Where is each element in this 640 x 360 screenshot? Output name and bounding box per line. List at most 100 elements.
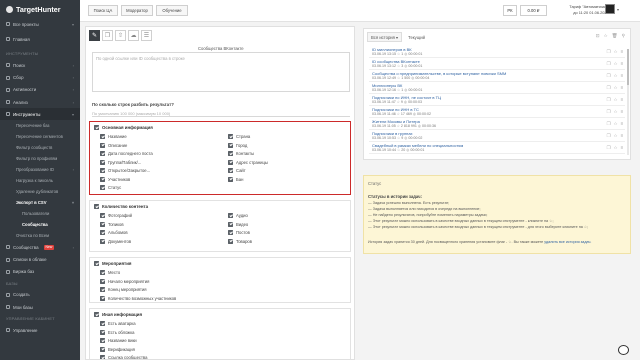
option-community-link[interactable]: Ссылка сообщества — [100, 355, 147, 359]
tab-current[interactable]: Текущий — [405, 33, 428, 41]
checkbox[interactable] — [100, 142, 105, 148]
sidebar-sub-filter-profiles[interactable]: Фильтр по профилям — [0, 153, 80, 164]
sidebar-item-my-bases[interactable]: Мои базы — [0, 301, 80, 313]
option-last-post-date[interactable]: Дата последнего поста — [100, 151, 153, 156]
tariff-info[interactable]: Тариф "Автоматизация" до 11:20 01.06.202… — [550, 4, 632, 15]
option-site[interactable]: Сайт — [228, 168, 246, 173]
sidebar-item-create[interactable]: Создать — [0, 289, 80, 301]
sidebar-item-cloud-lists[interactable]: Списки в облаке — [0, 254, 80, 266]
sidebar-sub-communities[interactable]: Сообщества — [0, 219, 80, 230]
checkbox[interactable] — [100, 329, 105, 335]
task-item[interactable]: Подписчики в группах 03.06.19 10:53 ☆ 9 … — [369, 131, 625, 142]
sidebar-item-manage[interactable]: Управление — [0, 324, 80, 336]
checkbox[interactable] — [228, 238, 233, 244]
checkbox[interactable] — [100, 278, 105, 284]
option-event-end[interactable]: Конец мероприятия — [100, 287, 147, 292]
option-country[interactable]: Страна — [228, 134, 250, 139]
option-has-cover[interactable]: Есть обложка — [100, 329, 134, 335]
copy-icon[interactable]: ❐ — [607, 73, 611, 79]
option-place[interactable]: Место — [100, 270, 120, 275]
upload-icon[interactable]: ⇧ — [115, 30, 126, 41]
copy-icon[interactable]: ❐ — [607, 133, 611, 139]
option-group-type[interactable]: Группа/Паблик/... — [100, 159, 141, 165]
checkbox[interactable] — [228, 142, 233, 148]
option-goods[interactable]: Товаров — [228, 238, 252, 244]
checkbox[interactable] — [228, 151, 233, 156]
find-audience-button[interactable]: Поиск ЦА — [88, 5, 118, 16]
checkbox[interactable] — [228, 159, 233, 165]
menu-icon[interactable]: ≡ — [620, 97, 623, 103]
option-verification[interactable]: Верификация — [100, 346, 135, 352]
sidebar-sub-users[interactable]: Пользователи — [0, 208, 80, 219]
sidebar-item-search[interactable]: Поиск › — [0, 59, 80, 71]
moderator-button[interactable]: Модератор — [121, 5, 153, 16]
option-wiki-name[interactable]: Название вики — [100, 338, 137, 343]
checkbox[interactable] — [228, 213, 233, 218]
menu-icon[interactable]: ≡ — [620, 121, 623, 127]
option-photos[interactable]: Фотографий — [100, 213, 132, 218]
checkbox[interactable] — [100, 159, 105, 165]
checkbox[interactable] — [100, 270, 105, 275]
checkbox[interactable] — [228, 176, 233, 182]
checkbox[interactable] — [100, 168, 105, 173]
checkbox[interactable] — [94, 261, 99, 266]
checkbox[interactable] — [100, 221, 105, 227]
sidebar-sub-dedupe[interactable]: Удаление дубликатов — [0, 186, 80, 197]
checkbox[interactable] — [100, 321, 105, 326]
sidebar-item-analysis[interactable]: Анализ › — [0, 96, 80, 108]
copy-icon[interactable]: ❐ — [607, 121, 611, 127]
option-contacts[interactable]: Контакты — [228, 151, 254, 156]
chevron-down-icon[interactable]: ▾ — [617, 7, 619, 12]
sidebar-item-projects[interactable]: Все проекты ▾ — [0, 18, 80, 30]
checkbox[interactable] — [100, 230, 105, 235]
star-icon[interactable]: ☆ — [614, 97, 618, 103]
option-ban[interactable]: Бан — [228, 176, 243, 182]
option-city[interactable]: Город — [228, 142, 247, 148]
sidebar-item-home[interactable]: Главная — [0, 33, 80, 45]
checkbox[interactable] — [100, 134, 105, 139]
sidebar-sub-pixel[interactable]: Нагрузка к пиксель — [0, 175, 80, 186]
option-description[interactable]: Описание — [100, 142, 127, 148]
checkbox[interactable] — [228, 134, 233, 139]
star-icon[interactable]: ☆ — [614, 121, 618, 127]
sidebar-sub-cleanup[interactable]: Очистка по Всем — [0, 230, 80, 241]
scrollbar-thumb[interactable] — [627, 49, 629, 85]
chat-icon[interactable] — [618, 345, 629, 355]
task-item[interactable]: Жители Москвы и Питера 03.06.19 11:05 ☆ … — [369, 119, 625, 130]
checkbox[interactable] — [100, 355, 105, 359]
menu-icon[interactable]: ≡ — [620, 61, 623, 67]
copy-icon[interactable]: ❐ — [607, 85, 611, 91]
checkbox[interactable] — [228, 168, 233, 173]
star-icon[interactable]: ☆ — [614, 49, 618, 55]
balance[interactable]: 0.00 ₽ — [520, 5, 547, 16]
task-item[interactable]: ID миллионеров в ВК 03.06.19 13:15 ☆ 1 ◎… — [369, 47, 625, 58]
download-icon[interactable]: ☁ — [128, 30, 139, 41]
sidebar-sub-intersect[interactable]: Пересечение баз — [0, 120, 80, 131]
option-topics[interactable]: Топиков — [100, 221, 124, 227]
star-icon[interactable]: ☆ — [604, 33, 608, 39]
checkbox[interactable] — [228, 230, 233, 235]
option-members[interactable]: Участников — [100, 176, 130, 182]
vk-communities-input[interactable]: По одной ссылке или ID сообщества в стро… — [92, 52, 350, 92]
task-item[interactable]: Подписчики по ИНН в ТС 03.06.19 11:46 ☆ … — [369, 107, 625, 118]
sidebar-sub-convert-id[interactable]: Преобразование ID › — [0, 164, 80, 175]
checkbox[interactable] — [100, 185, 105, 190]
star-icon[interactable]: ☆ — [614, 73, 618, 79]
checkbox[interactable] — [94, 312, 99, 317]
tab-all-history[interactable]: Вся история ▾ — [367, 32, 403, 42]
edit-icon[interactable]: ✎ — [89, 30, 100, 41]
checkbox[interactable] — [100, 338, 105, 343]
sidebar-sub-export-csv[interactable]: Экспорт в CSV ▾ — [0, 197, 80, 208]
option-open-closed[interactable]: Открытое/Закрытое... — [100, 168, 150, 173]
split-rows-input[interactable]: По умолчанию 100 000 (максимум 10 000) — [92, 111, 350, 117]
checkbox[interactable] — [100, 213, 105, 218]
option-video[interactable]: Видео — [228, 221, 248, 227]
checkbox[interactable] — [94, 204, 99, 209]
option-albums[interactable]: Альбомов — [100, 230, 128, 235]
option-page-address[interactable]: Адрес страницы — [228, 159, 268, 165]
sidebar-item-activity[interactable]: Активности › — [0, 84, 80, 96]
option-documents[interactable]: Документов — [100, 238, 131, 244]
star-icon[interactable]: ☆ — [614, 145, 618, 151]
star-icon[interactable]: ☆ — [614, 61, 618, 67]
option-name[interactable]: Название — [100, 134, 127, 139]
